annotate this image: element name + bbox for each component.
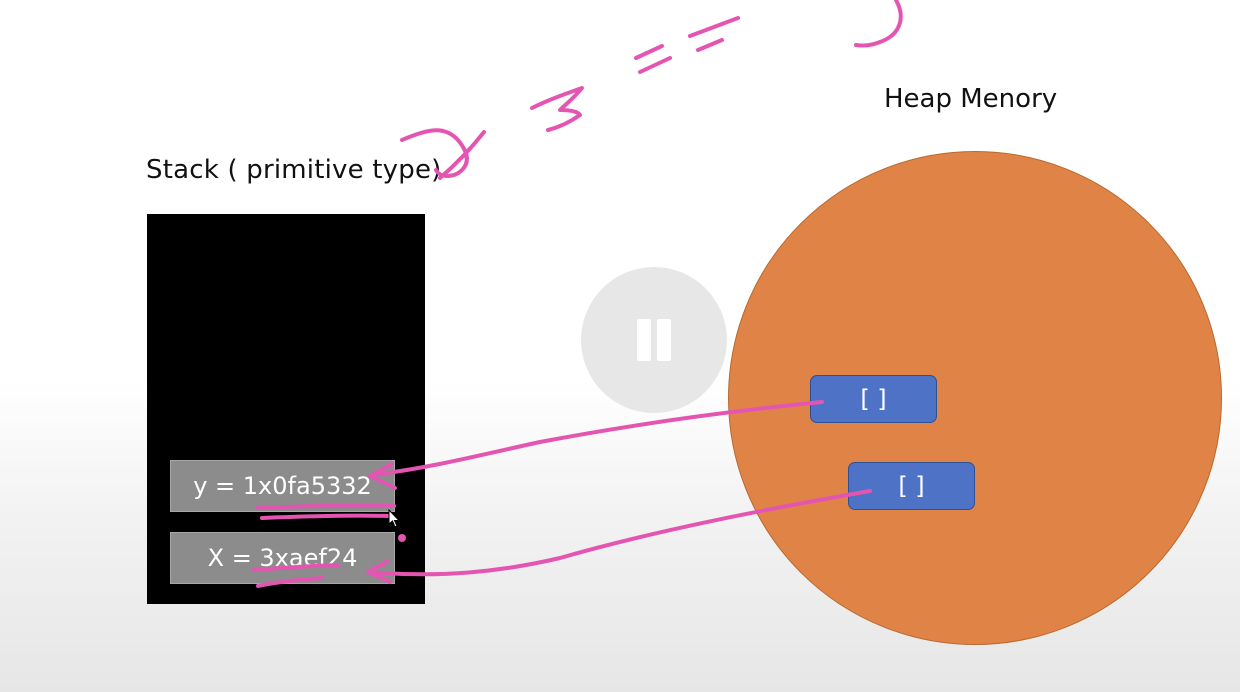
ink-eq-2 <box>638 56 672 74</box>
ink-eq-4 <box>696 38 724 52</box>
heap-object-2: [ ] <box>848 462 975 510</box>
pause-button[interactable] <box>581 267 727 413</box>
stack-cell-x: X = 3xaef24 <box>170 532 395 584</box>
ink-x-stroke-2 <box>438 130 486 180</box>
heap-title: Heap Menory <box>884 84 1058 114</box>
stack-title: Stack ( primitive type) <box>146 155 442 185</box>
heap-area <box>728 151 1222 645</box>
heap-object-1: [ ] <box>810 375 937 423</box>
stack-cell-y: y = 1x0fa5332 <box>170 460 395 512</box>
ink-three <box>530 86 584 132</box>
ink-eq-1 <box>634 44 664 60</box>
ink-paren <box>854 0 903 48</box>
ink-eq-3 <box>688 16 740 38</box>
mouse-cursor-icon <box>388 509 401 528</box>
